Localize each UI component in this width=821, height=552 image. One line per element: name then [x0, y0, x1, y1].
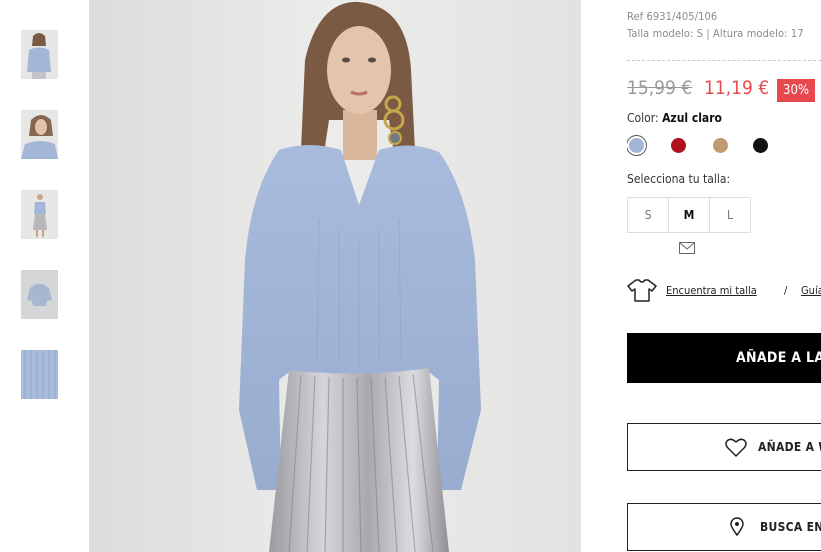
swatch-negro[interactable]	[753, 138, 768, 153]
thumbnail-flat[interactable]	[21, 270, 58, 319]
heart-icon	[725, 438, 747, 461]
size-select-label: Selecciona tu talla:	[627, 172, 731, 186]
add-to-cart-button[interactable]: AÑADE A LA	[627, 333, 821, 383]
link-separator: /	[784, 284, 788, 297]
color-name: Azul claro	[662, 111, 722, 125]
size-option-l[interactable]: L	[709, 197, 751, 233]
swatch-rojo[interactable]	[671, 138, 686, 153]
size-selector: S M L	[627, 197, 751, 233]
product-reference: Ref 6931/405/106	[627, 10, 718, 23]
thumbnail-front[interactable]	[21, 30, 58, 79]
add-to-wishlist-label: AÑADE A W	[758, 440, 821, 454]
discount-badge: 30%	[777, 79, 815, 102]
main-product-image[interactable]	[89, 0, 581, 552]
size-guide-link[interactable]: Guía	[801, 284, 821, 297]
product-info-panel: Ref 6931/405/106 Talla modelo: S | Altur…	[627, 0, 821, 552]
thumbnail-full-body[interactable]	[21, 190, 58, 239]
color-label: Color: Azul claro	[627, 111, 722, 125]
sale-price: 11,19 €	[704, 77, 770, 99]
divider	[627, 60, 821, 61]
thumbnail-close-up[interactable]	[21, 110, 58, 159]
color-prefix: Color:	[627, 111, 659, 125]
thumbnail-fabric[interactable]	[21, 350, 58, 399]
location-pin-icon	[730, 517, 744, 540]
envelope-icon[interactable]	[679, 239, 695, 258]
find-my-size-link[interactable]: Encuentra mi talla	[666, 284, 757, 297]
size-option-s[interactable]: S	[627, 197, 669, 233]
add-to-cart-label: AÑADE A LA	[736, 350, 821, 366]
swatch-camel[interactable]	[713, 138, 728, 153]
size-option-m[interactable]: M	[668, 197, 710, 233]
add-to-wishlist-button[interactable]: AÑADE A W	[627, 423, 821, 471]
tshirt-icon	[627, 278, 657, 305]
find-in-store-label: BUSCA EN	[760, 520, 821, 534]
find-in-store-button[interactable]: BUSCA EN	[627, 503, 821, 551]
model-size-info: Talla modelo: S | Altura modelo: 17	[627, 27, 804, 40]
original-price: 15,99 €	[627, 77, 693, 99]
swatch-azul-claro[interactable]	[629, 138, 644, 153]
